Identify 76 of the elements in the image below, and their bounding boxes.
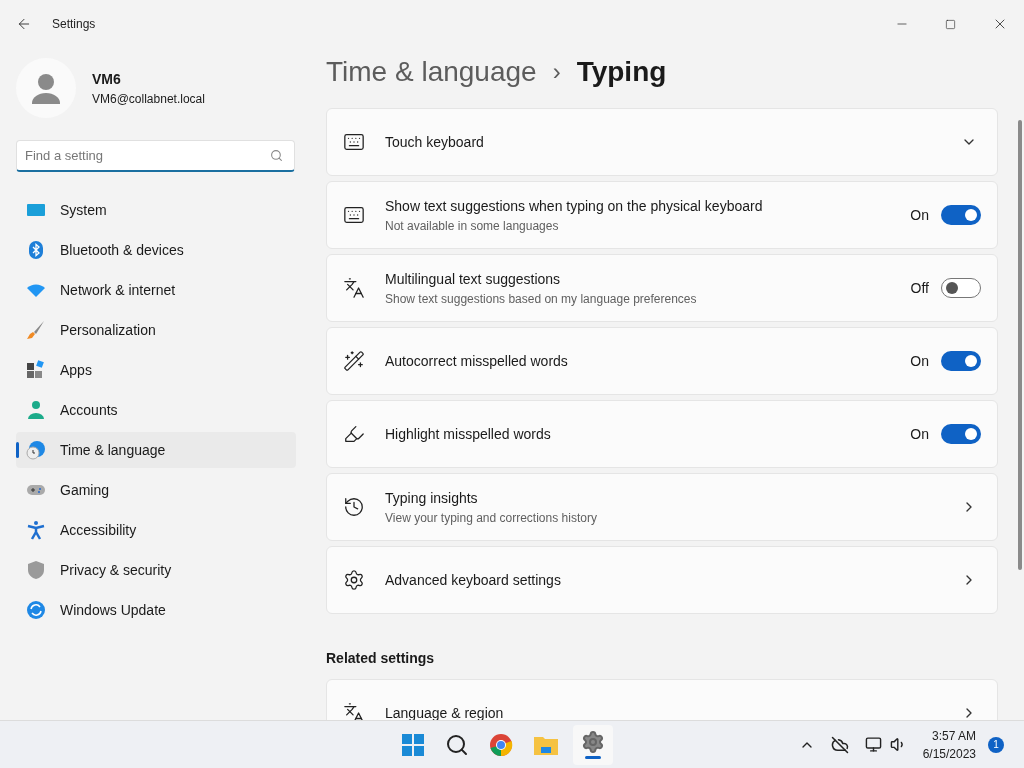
setting-card[interactable]: Highlight misspelled words On bbox=[326, 400, 998, 468]
back-icon[interactable] bbox=[16, 16, 32, 32]
apps-icon bbox=[26, 360, 46, 380]
toggle-state-label: On bbox=[910, 424, 929, 444]
keyboard-icon bbox=[343, 131, 365, 153]
toggle-switch[interactable] bbox=[941, 278, 981, 298]
window-title: Settings bbox=[52, 16, 96, 33]
setting-title: Typing insights bbox=[385, 488, 479, 508]
language-icon bbox=[343, 277, 365, 299]
sidebar-item[interactable]: Accounts bbox=[16, 392, 296, 428]
globe-clock-icon bbox=[26, 440, 46, 460]
setting-title: Show text suggestions when typing on the physical keyboard bbox=[385, 196, 764, 216]
sidebar-item[interactable]: Gaming bbox=[16, 472, 296, 508]
history-icon bbox=[343, 496, 365, 518]
toggle-switch[interactable] bbox=[941, 424, 981, 444]
setting-title: Advanced keyboard settings bbox=[385, 570, 562, 590]
notification-badge[interactable]: 1 bbox=[988, 736, 1004, 753]
search-icon[interactable] bbox=[445, 732, 470, 757]
bluetooth-icon bbox=[26, 240, 46, 260]
setting-title: Highlight misspelled words bbox=[385, 424, 552, 444]
monitor-icon[interactable] bbox=[864, 736, 882, 753]
sidebar-item[interactable]: Network & internet bbox=[16, 272, 296, 308]
page-title: Typing bbox=[576, 55, 667, 89]
sidebar-item[interactable]: Personalization bbox=[16, 312, 296, 348]
setting-card[interactable]: Autocorrect misspelled words On bbox=[326, 327, 998, 395]
setting-title: Language & region bbox=[385, 703, 505, 720]
setting-title: Multilingual text suggestions bbox=[385, 269, 562, 289]
setting-card[interactable]: Language & region bbox=[326, 679, 998, 720]
settings-taskbar-button[interactable] bbox=[573, 724, 614, 765]
avatar bbox=[16, 58, 76, 118]
toggle-state-label: On bbox=[910, 205, 929, 225]
toggle-switch[interactable] bbox=[941, 205, 981, 225]
search-icon bbox=[270, 149, 283, 162]
setting-card[interactable]: Touch keyboard bbox=[326, 108, 998, 176]
sidebar-item[interactable]: Privacy & security bbox=[16, 552, 296, 588]
toggle-state-label: Off bbox=[910, 278, 929, 298]
setting-card[interactable]: Typing insights View your typing and corrections history bbox=[326, 473, 998, 541]
setting-title: Touch keyboard bbox=[385, 132, 485, 152]
sidebar-item[interactable]: Windows Update bbox=[16, 592, 296, 628]
browser-icon[interactable] bbox=[489, 732, 514, 757]
wand-icon bbox=[343, 350, 365, 372]
toggle-state-label: On bbox=[910, 351, 929, 371]
start-icon[interactable] bbox=[401, 732, 426, 757]
sidebar-item[interactable]: Apps bbox=[16, 352, 296, 388]
setting-card[interactable]: Show text suggestions when typing on the physical keyboard Not available in some languages On bbox=[326, 181, 998, 249]
language-icon bbox=[343, 702, 365, 720]
setting-description: Show text suggestions based on my language preferences bbox=[385, 290, 698, 308]
shield-icon bbox=[26, 560, 46, 580]
scrollbar[interactable] bbox=[1018, 120, 1022, 570]
breadcrumb-parent[interactable]: Time & language bbox=[326, 51, 537, 93]
setting-description: View your typing and corrections history bbox=[385, 509, 598, 527]
keyboard-icon bbox=[343, 204, 365, 226]
clock-date[interactable]: 6/15/2023 bbox=[922, 744, 976, 763]
gear-icon bbox=[343, 569, 365, 591]
setting-card[interactable]: Multilingual text suggestions Show text suggestions based on my language preferences Off bbox=[326, 254, 998, 322]
person-icon bbox=[26, 400, 46, 420]
sidebar-item[interactable]: Accessibility bbox=[16, 512, 296, 548]
maximize-icon[interactable] bbox=[945, 18, 956, 30]
accessibility-icon bbox=[26, 520, 46, 540]
sidebar-item[interactable]: Bluetooth & devices bbox=[16, 232, 296, 268]
cloud-off-icon[interactable] bbox=[830, 735, 849, 754]
toggle-switch[interactable] bbox=[941, 351, 981, 371]
setting-title: Autocorrect misspelled words bbox=[385, 351, 569, 371]
update-icon bbox=[26, 600, 46, 620]
setting-card[interactable]: Advanced keyboard settings bbox=[326, 546, 998, 614]
setting-description: Not available in some languages bbox=[385, 217, 560, 235]
user-email: VM6@collabnet.local bbox=[92, 90, 205, 108]
highlighter-icon bbox=[343, 423, 365, 445]
sidebar-item[interactable]: System bbox=[16, 192, 296, 228]
gear-icon bbox=[581, 730, 606, 754]
search-field[interactable]: Find a setting bbox=[16, 140, 295, 172]
user-name: VM6 bbox=[92, 69, 122, 89]
sidebar-item[interactable]: Time & language bbox=[16, 432, 296, 468]
breadcrumb-separator: › bbox=[552, 57, 561, 87]
clock-time[interactable]: 3:57 AM bbox=[932, 726, 976, 745]
section-heading: Related settings bbox=[326, 649, 436, 668]
